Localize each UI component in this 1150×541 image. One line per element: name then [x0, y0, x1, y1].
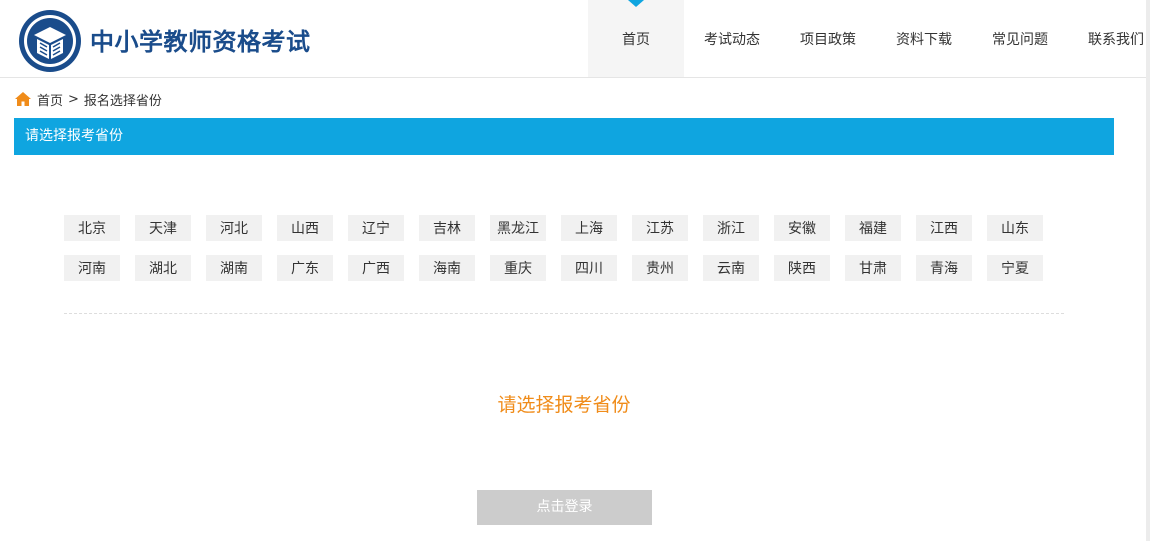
province-jiangsu[interactable]: 江苏 — [632, 215, 688, 241]
main-nav: 首页 考试动态 项目政策 资料下载 常见问题 联系我们 — [588, 0, 1150, 77]
site-header: 中小学教师资格考试 首页 考试动态 项目政策 资料下载 常见问题 联系我们 — [0, 0, 1150, 78]
province-jilin[interactable]: 吉林 — [419, 215, 475, 241]
breadcrumb-home-link[interactable]: 首页 — [37, 90, 63, 109]
province-ningxia[interactable]: 宁夏 — [987, 255, 1043, 281]
province-beijing[interactable]: 北京 — [64, 215, 120, 241]
province-anhui[interactable]: 安徽 — [774, 215, 830, 241]
breadcrumb: 首页 > 报名选择省份 — [14, 88, 162, 110]
province-shandong[interactable]: 山东 — [987, 215, 1043, 241]
province-hainan[interactable]: 海南 — [419, 255, 475, 281]
province-sichuan[interactable]: 四川 — [561, 255, 617, 281]
logo-emblem-icon — [19, 10, 81, 72]
nav-item-contact[interactable]: 联系我们 — [1068, 0, 1150, 77]
province-list: 北京 天津 河北 山西 辽宁 吉林 黑龙江 上海 江苏 浙江 安徽 福建 江西 … — [64, 215, 1064, 295]
nav-item-exam-news[interactable]: 考试动态 — [684, 0, 780, 77]
home-icon[interactable] — [14, 91, 32, 107]
province-shanxi[interactable]: 山西 — [277, 215, 333, 241]
breadcrumb-current: 报名选择省份 — [83, 93, 162, 109]
province-guizhou[interactable]: 贵州 — [632, 255, 688, 281]
province-hunan[interactable]: 湖南 — [206, 255, 262, 281]
nav-item-faq[interactable]: 常见问题 — [972, 0, 1068, 77]
province-jiangxi[interactable]: 江西 — [916, 215, 972, 241]
province-shaanxi[interactable]: 陕西 — [774, 255, 830, 281]
nav-item-policy[interactable]: 项目政策 — [780, 0, 876, 77]
province-heilongjiang[interactable]: 黑龙江 — [490, 215, 546, 241]
page-scrollbar[interactable] — [1146, 0, 1150, 541]
province-henan[interactable]: 河南 — [64, 255, 120, 281]
province-tianjin[interactable]: 天津 — [135, 215, 191, 241]
province-row: 北京 天津 河北 山西 辽宁 吉林 黑龙江 上海 江苏 浙江 安徽 福建 江西 … — [64, 215, 1064, 241]
select-province-prompt: 请选择报考省份 — [497, 394, 631, 416]
province-liaoning[interactable]: 辽宁 — [348, 215, 404, 241]
province-zhejiang[interactable]: 浙江 — [703, 215, 759, 241]
site-title: 中小学教师资格考试 — [90, 28, 311, 56]
login-button[interactable]: 点击登录 — [477, 490, 652, 525]
dashed-divider — [64, 313, 1064, 314]
nav-item-downloads[interactable]: 资料下载 — [876, 0, 972, 77]
province-hebei[interactable]: 河北 — [206, 215, 262, 241]
province-hubei[interactable]: 湖北 — [135, 255, 191, 281]
province-gansu[interactable]: 甘肃 — [845, 255, 901, 281]
province-shanghai[interactable]: 上海 — [561, 215, 617, 241]
province-guangxi[interactable]: 广西 — [348, 255, 404, 281]
province-fujian[interactable]: 福建 — [845, 215, 901, 241]
province-yunnan[interactable]: 云南 — [703, 255, 759, 281]
province-qinghai[interactable]: 青海 — [916, 255, 972, 281]
section-title-bar: 请选择报考省份 — [14, 118, 1114, 155]
province-row: 河南 湖北 湖南 广东 广西 海南 重庆 四川 贵州 云南 陕西 甘肃 青海 宁… — [64, 255, 1064, 281]
province-guangdong[interactable]: 广东 — [277, 255, 333, 281]
nav-item-home[interactable]: 首页 — [588, 0, 684, 77]
province-chongqing[interactable]: 重庆 — [490, 255, 546, 281]
breadcrumb-separator: > — [68, 91, 79, 107]
